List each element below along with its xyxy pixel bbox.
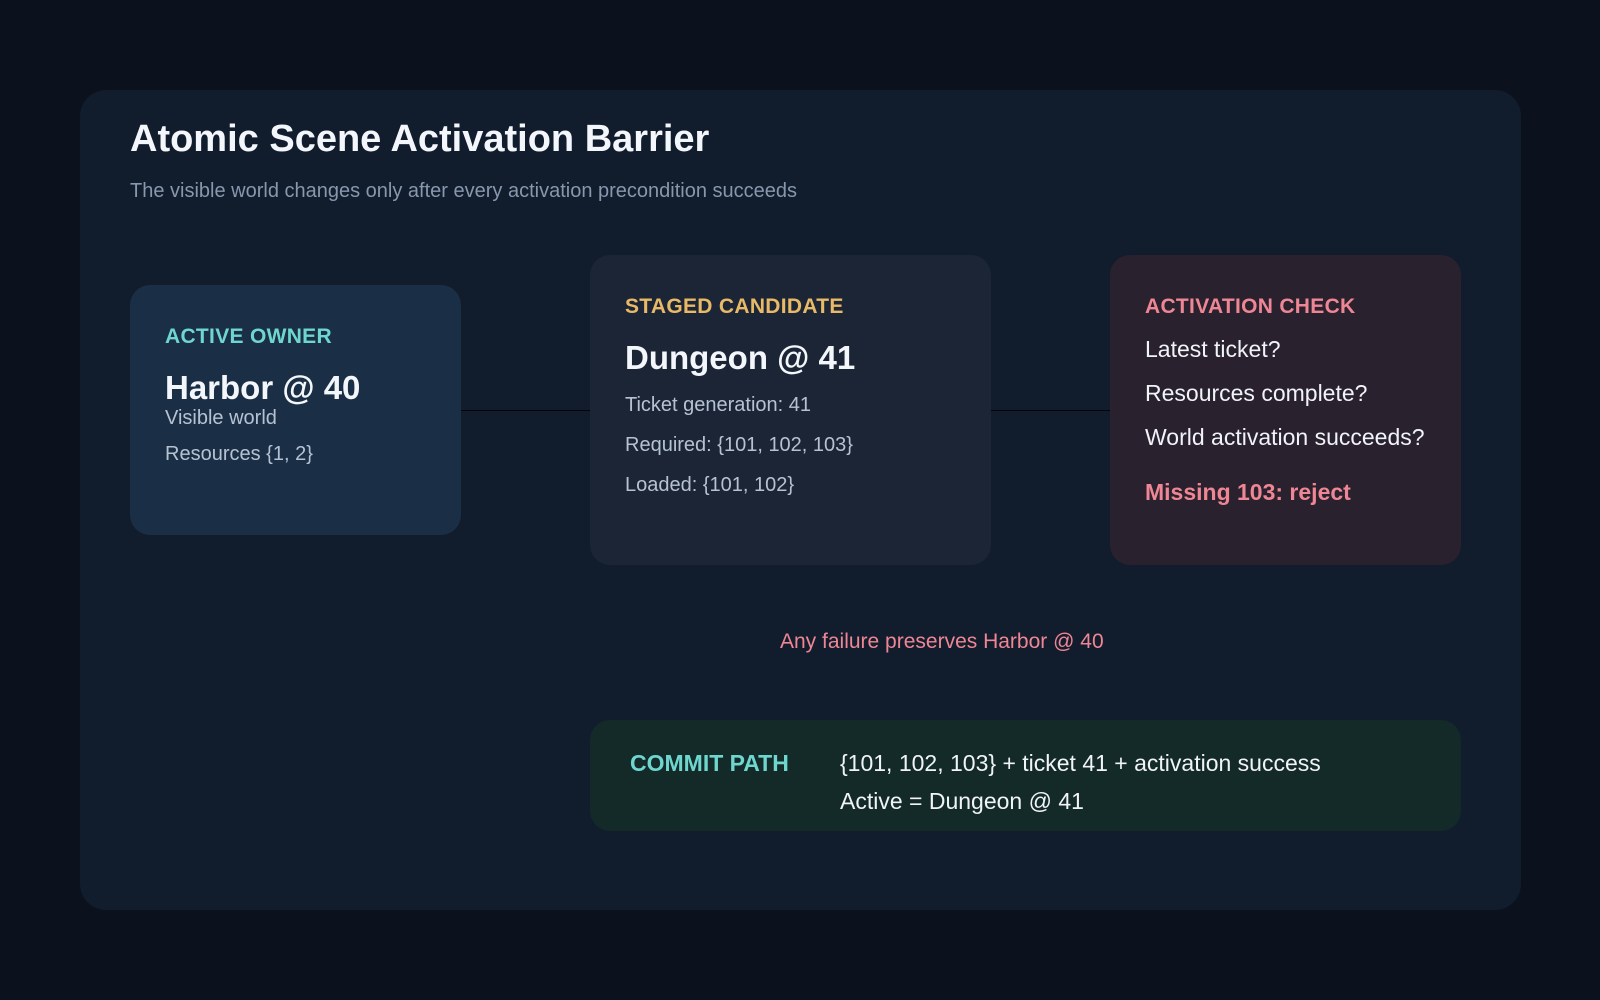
active-owner-label: ACTIVE OWNER [165,325,332,348]
active-owner-heading: Harbor @ 40 [165,369,361,406]
diagram-title: Atomic Scene Activation Barrier [130,118,710,160]
active-owner-card: ACTIVE OWNER Harbor @ 40 Visible world R… [130,285,461,535]
staged-candidate-line: Ticket generation: 41 [625,394,812,416]
connector-candidate-check [991,410,1110,411]
activation-check-question: Latest ticket? [1145,336,1281,362]
commit-path-label: COMMIT PATH [630,750,789,776]
staged-candidate-line: Loaded: {101, 102} [625,474,795,496]
staged-candidate-card: STAGED CANDIDATE Dungeon @ 41 Ticket gen… [590,255,991,565]
staged-candidate-label: STAGED CANDIDATE [625,295,844,318]
activation-check-card: ACTIVATION CHECK Latest ticket? Resource… [1110,255,1461,565]
activation-check-question: Resources complete? [1145,380,1368,406]
commit-path-line: {101, 102, 103} + ticket 41 + activation… [840,750,1321,776]
commit-path-line: Active = Dungeon @ 41 [840,788,1084,814]
failure-note: Any failure preserves Harbor @ 40 [780,630,1104,653]
active-owner-line: Visible world [165,407,277,429]
activation-check-label: ACTIVATION CHECK [1145,295,1356,318]
activation-check-question: World activation succeeds? [1145,424,1425,450]
activation-check-verdict: Missing 103: reject [1145,479,1351,505]
diagram-subtitle: The visible world changes only after eve… [130,180,798,202]
connector-owner-candidate [461,410,590,411]
commit-path-card: COMMIT PATH {101, 102, 103} + ticket 41 … [590,720,1461,831]
active-owner-line: Resources {1, 2} [165,443,313,465]
staged-candidate-line: Required: {101, 102, 103} [625,434,853,456]
staged-candidate-heading: Dungeon @ 41 [625,339,856,376]
